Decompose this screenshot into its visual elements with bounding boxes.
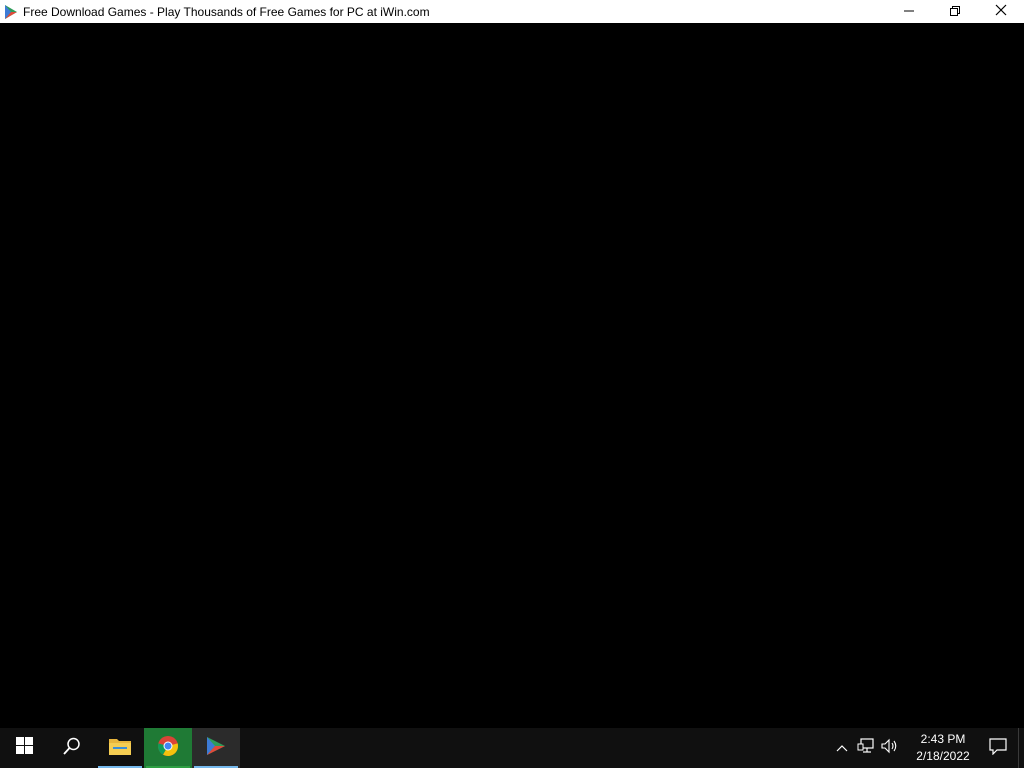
restore-icon [950,3,960,21]
show-desktop-button[interactable] [1018,728,1024,768]
network-button[interactable] [854,728,878,768]
iwin-play-icon [3,4,19,20]
taskbar: 2:43 PM 2/18/2022 [0,728,1024,768]
chrome-icon [157,735,179,762]
taskbar-file-explorer[interactable] [96,728,144,768]
browser-window: Free Download Games - Play Thousands of … [0,0,1024,728]
network-icon [857,737,875,759]
close-icon [995,3,1007,21]
search-icon [63,737,81,760]
search-button[interactable] [48,728,96,768]
clock-date: 2/18/2022 [916,749,970,763]
chevron-up-icon [836,739,848,757]
taskbar-chrome[interactable] [144,728,192,768]
restore-button[interactable] [932,0,978,23]
show-hidden-icons-button[interactable] [830,728,854,768]
action-center-button[interactable] [978,728,1018,768]
volume-icon [881,738,899,759]
system-tray: 2:43 PM 2/18/2022 [830,728,1024,768]
window-controls [886,0,1024,23]
taskbar-clock[interactable]: 2:43 PM 2/18/2022 [908,731,978,765]
minimize-button[interactable] [886,0,932,23]
notification-icon [989,737,1007,760]
game-content-area[interactable] [0,23,1024,728]
start-button[interactable] [0,728,48,768]
windows-logo-icon [15,737,33,759]
volume-button[interactable] [878,728,902,768]
close-button[interactable] [978,0,1024,23]
title-bar[interactable]: Free Download Games - Play Thousands of … [0,0,1024,23]
minimize-icon [904,3,914,21]
folder-icon [108,736,132,761]
taskbar-iwin[interactable] [192,728,240,768]
window-title: Free Download Games - Play Thousands of … [23,4,430,19]
iwin-play-icon [205,735,227,762]
clock-time: 2:43 PM [920,732,966,746]
